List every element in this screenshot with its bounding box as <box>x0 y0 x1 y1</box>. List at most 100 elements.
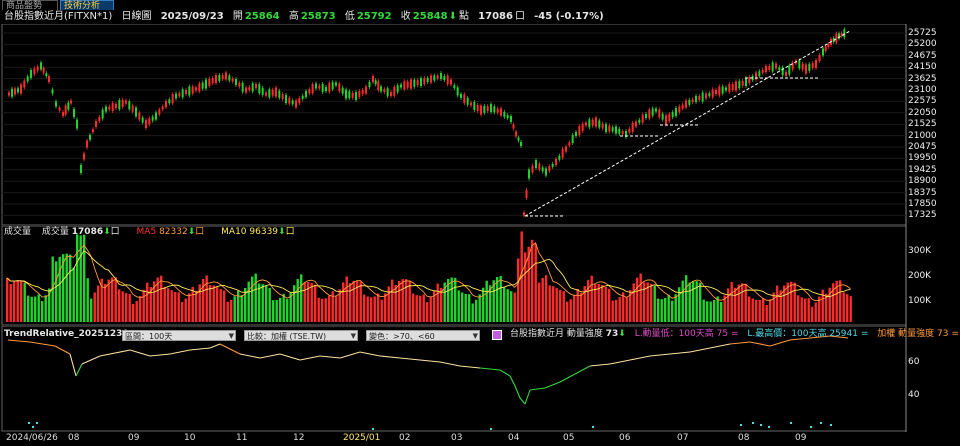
volume-bar <box>58 256 61 322</box>
compare-select[interactable]: 比較：加權 (TSE.TW) ▼ <box>244 330 358 341</box>
momentum-line <box>509 375 516 387</box>
candle-body <box>138 112 141 120</box>
volume-bar <box>401 279 404 322</box>
volume-bar <box>163 286 166 322</box>
candle-body <box>711 89 714 98</box>
quote-date: 2025/09/23 <box>160 11 224 22</box>
candle-body <box>338 83 341 92</box>
tab-technical-analysis[interactable]: 技術分析 <box>60 0 114 11</box>
highest-price-label: L.最高價：100天高 <box>747 329 827 339</box>
candle-body <box>396 85 399 93</box>
candle-body <box>92 129 94 133</box>
indicator-panel[interactable]: TrendRelative_20251230 區間：100天 ▼ 比較：加權 (T… <box>0 326 960 432</box>
candle-body <box>351 92 354 98</box>
volume-tick-label: 200K <box>908 271 932 281</box>
volume-bar <box>86 278 89 322</box>
volume-bar <box>653 285 656 322</box>
candle-body <box>198 83 201 92</box>
momentum-line <box>299 355 321 361</box>
candle-body <box>165 101 167 107</box>
candle-body <box>433 75 436 81</box>
candle-body <box>95 121 97 127</box>
candle-body <box>771 62 774 72</box>
color-select[interactable]: 變色：>70、<60 ▼ <box>366 330 480 341</box>
momentum-line <box>574 365 591 375</box>
price-tick-label: 18900 <box>908 176 937 187</box>
volume-bar <box>650 283 653 322</box>
indicator-color-swatch[interactable] <box>492 330 502 340</box>
candle-body <box>30 70 32 78</box>
volume-bar <box>671 300 674 322</box>
low-value: 25792 <box>356 11 392 22</box>
volume-bar <box>454 277 457 322</box>
interval-select[interactable]: 區間：100天 ▼ <box>122 330 236 341</box>
volume-panel[interactable]: 成交量 成交量 17086⬇口 MA5 82332⬇口 MA10 96339⬇口… <box>0 226 960 326</box>
candle-body <box>335 82 337 86</box>
candle-body <box>585 122 587 126</box>
volume-bar <box>538 282 541 322</box>
volume-bar <box>636 277 639 322</box>
volume-bar <box>240 295 243 322</box>
price-tick-label: 23100 <box>908 85 937 95</box>
unit-label: 口 <box>514 11 525 22</box>
signal-marker <box>768 426 770 428</box>
down-arrow-icon: ⬇ <box>103 227 111 237</box>
volume-bar <box>279 297 282 322</box>
price-chart-panel[interactable]: 25725 25200 24675 24150 23625 23100 22575 22050… <box>0 24 960 226</box>
candle-body <box>678 106 681 113</box>
volume-bar <box>268 287 271 322</box>
volume-bar <box>506 289 509 322</box>
momentum-line <box>99 349 131 357</box>
candle-body <box>725 87 727 91</box>
volume-bar <box>391 279 394 322</box>
candle-body <box>328 82 331 92</box>
volume-bar <box>709 301 712 322</box>
candle-body <box>73 109 75 117</box>
candle-body <box>175 93 177 99</box>
volume-bar <box>552 286 555 322</box>
volume-bar <box>499 275 502 322</box>
momentum-line <box>319 355 341 359</box>
volume-bar <box>205 275 208 322</box>
candle-body <box>36 66 39 71</box>
volume-bar <box>797 295 800 322</box>
volume-bar <box>730 281 733 322</box>
period-label[interactable]: 日線圖 <box>122 11 152 22</box>
momentum-line <box>209 343 221 349</box>
volume-bar <box>296 279 299 322</box>
candle-body <box>470 102 472 106</box>
symbol-name: 台股指數近月(FITXN*1) <box>4 11 113 22</box>
volume-bar <box>380 299 383 322</box>
volume-bar <box>688 282 691 322</box>
volume-bar <box>184 298 187 322</box>
signal-marker <box>830 424 832 426</box>
price-tick-label: 21000 <box>908 130 937 141</box>
volume-bar <box>216 287 219 322</box>
volume-bar <box>174 291 177 322</box>
volume-bar <box>321 298 324 322</box>
candle-body <box>655 108 657 112</box>
candle-body <box>83 153 85 160</box>
candle-body <box>40 62 42 70</box>
volume-bar <box>114 277 117 322</box>
volume-bar <box>776 285 779 322</box>
candle-body <box>638 119 641 123</box>
price-tick-label: 22575 <box>908 96 937 107</box>
candle-body <box>840 33 843 37</box>
candle-body <box>598 120 601 128</box>
candle-body <box>443 76 446 80</box>
candle-body <box>668 113 671 121</box>
candle-body <box>305 91 307 97</box>
candle-body <box>608 125 611 132</box>
down-arrow-icon: ⬇ <box>618 329 626 339</box>
volume-bar <box>681 280 684 322</box>
candle-body <box>245 87 247 93</box>
volume-bar <box>615 299 618 322</box>
volume-bar <box>734 287 737 322</box>
candle-body <box>228 75 231 81</box>
tab-market-overview[interactable]: 商品盤勢 <box>2 0 58 11</box>
volume-value: 17086 <box>71 227 104 237</box>
momentum-line <box>439 361 461 367</box>
candle-body <box>386 88 389 97</box>
date-tick-label: 09 <box>795 433 807 443</box>
